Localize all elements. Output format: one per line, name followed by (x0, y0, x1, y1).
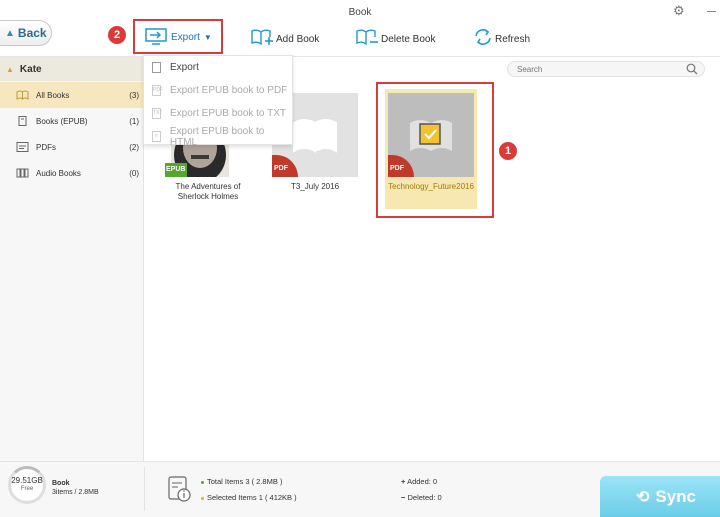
green-dot-icon (201, 480, 204, 484)
sidebar-item-label: Books (EPUB) (36, 116, 88, 126)
menu-item-label: Export EPUB book to HTML (169, 125, 265, 148)
sync-icon: ⟲ (635, 488, 650, 506)
export-label: Export (171, 31, 200, 43)
menu-item-export-txt[interactable]: TXT Export EPUB book to TXT (144, 102, 292, 125)
device-header[interactable]: ▲ Kate (0, 57, 143, 81)
gear-icon[interactable]: ⚙ (673, 4, 687, 18)
export-menu: Export PDF Export EPUB book to PDF TXT E… (143, 55, 293, 148)
sidebar-item-count: (2) (129, 142, 139, 152)
add-book-button[interactable]: Add Book (250, 28, 319, 46)
sidebar-item-epub[interactable]: Books (EPUB) (1) (0, 108, 143, 134)
selected-book-highlight-box (376, 82, 494, 218)
sidebar-item-pdfs[interactable]: PDFs (2) (0, 134, 143, 160)
added-stat: + Added: 0 (401, 477, 437, 486)
sidebar-item-label: All Books (36, 90, 70, 100)
refresh-icon (475, 29, 491, 45)
add-book-label: Add Book (276, 34, 320, 45)
storage-category-items: 3items / 2.8MB (52, 489, 99, 496)
total-items-stat: Total Items 3 ( 2.8MB ) (201, 477, 282, 486)
file-icon (152, 62, 161, 73)
sidebar-item-count: (3) (129, 90, 139, 100)
txt-file-icon: TXT (152, 108, 162, 119)
storage-free-value: 29.51GB (11, 476, 43, 485)
deleted-text: Deleted: 0 (407, 493, 442, 502)
yellow-dot-icon (201, 496, 204, 500)
delete-book-label: Delete Book (381, 34, 436, 45)
storage-ring: 29.51GB Free (8, 466, 46, 504)
book-title: T3_July 2016 (290, 182, 340, 191)
sidebar-item-count: (0) (129, 168, 139, 178)
menu-item-label: Export EPUB book to PDF (170, 85, 288, 96)
added-text: Added: 0 (407, 477, 438, 486)
sidebar-item-audio-books[interactable]: Audio Books (0) (0, 160, 143, 186)
menu-item-export-html[interactable]: ≡ Export EPUB book to HTML (144, 125, 292, 148)
selected-items-text: Selected Items 1 ( 412KB ) (207, 493, 297, 502)
step-marker-2: 2 (108, 26, 126, 44)
refresh-button[interactable]: Refresh (473, 28, 530, 46)
collapse-triangle-icon[interactable]: ▲ (6, 65, 14, 74)
sync-button[interactable]: ⟲ Sync (600, 476, 720, 517)
deleted-stat: − Deleted: 0 (401, 493, 442, 502)
sidebar: ▲ Kate All Books (3) Books (EPUB) (1) PD… (0, 57, 144, 461)
menu-item-label: Export (170, 62, 199, 73)
storage-free-label: Free (20, 486, 34, 492)
epub-book-icon (18, 116, 27, 126)
plus-icon: + (401, 477, 406, 486)
pdf-file-icon: PDF (152, 85, 163, 96)
back-button[interactable]: ▲ Back (0, 20, 52, 46)
menu-item-export-pdf[interactable]: PDF Export EPUB book to PDF (144, 79, 292, 102)
book-title: The Adventures of Sherlock Holmes (175, 182, 241, 201)
html-file-icon: ≡ (152, 131, 161, 142)
pdf-icon (16, 142, 29, 152)
back-label: Back (17, 26, 47, 40)
document-info-icon (168, 476, 191, 502)
epub-badge: EPUB (165, 163, 187, 177)
export-button[interactable]: Export ▼ (145, 28, 212, 46)
minus-icon: − (401, 493, 406, 502)
sidebar-item-label: PDFs (36, 142, 56, 152)
status-divider (144, 467, 145, 511)
sync-label: Sync (655, 486, 697, 506)
minimize-icon[interactable] (707, 11, 716, 12)
selected-items-stat: Selected Items 1 ( 412KB ) (201, 493, 297, 502)
chevron-down-icon: ▼ (203, 32, 212, 42)
window-title: Book (348, 7, 372, 18)
menu-item-label: Export EPUB book to TXT (170, 108, 286, 119)
export-icon (145, 28, 167, 45)
search-input[interactable] (507, 61, 705, 77)
sidebar-item-all-books[interactable]: All Books (3) (0, 82, 143, 108)
open-book-icon (16, 90, 29, 100)
sidebar-item-label: Audio Books (36, 168, 81, 178)
sidebar-item-count: (1) (129, 116, 139, 126)
refresh-label: Refresh (495, 34, 531, 45)
audio-book-icon (16, 168, 29, 178)
total-items-text: Total Items 3 ( 2.8MB ) (207, 477, 283, 486)
menu-item-export[interactable]: Export (144, 56, 292, 79)
device-name: Kate (19, 63, 42, 75)
storage-category: Book (52, 480, 70, 487)
step-marker-1: 1 (499, 142, 517, 160)
home-icon: ▲ (5, 27, 15, 39)
delete-book-icon (356, 29, 378, 46)
search-icon[interactable] (686, 63, 698, 75)
add-book-icon (251, 29, 273, 46)
delete-book-button[interactable]: Delete Book (355, 28, 435, 46)
